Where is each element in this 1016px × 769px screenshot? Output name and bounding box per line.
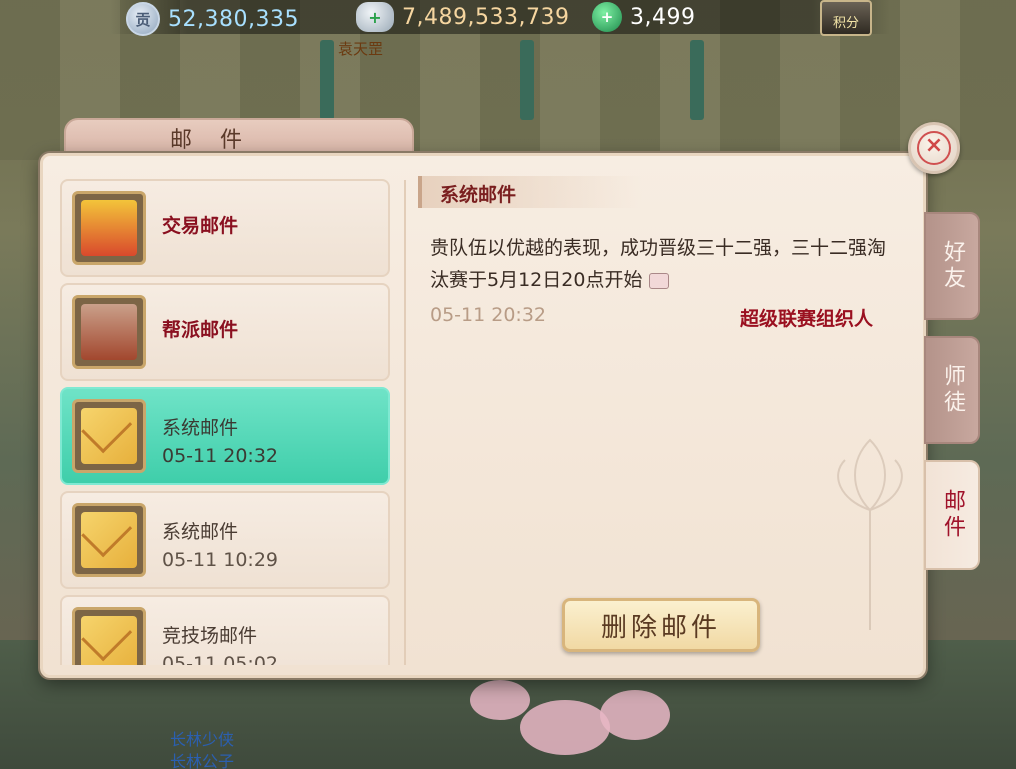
delete-mail-button[interactable]: 删除邮件 xyxy=(562,598,760,652)
gong-coin-icon: 贡 xyxy=(126,2,160,36)
mail-item-trade[interactable]: 交易邮件 xyxy=(60,179,390,277)
pane-divider xyxy=(404,180,406,665)
silver-ingot-add-icon[interactable]: + xyxy=(356,2,394,32)
mail-item-title: 交易邮件 xyxy=(162,215,239,237)
background-pillar xyxy=(520,40,534,120)
trade-shop-icon xyxy=(72,191,146,265)
player-name-label: 长林公子 xyxy=(170,752,235,769)
mail-item-title: 系统邮件 xyxy=(162,521,239,543)
blossom xyxy=(600,690,670,740)
player-name-label: 长林少侠 xyxy=(170,730,235,749)
mail-date: 05-11 20:32 xyxy=(430,304,547,326)
gong-currency: 贡 52,380,335 xyxy=(126,2,299,36)
mail-list[interactable]: 交易邮件 帮派邮件 系统邮件 05-11 20:32 系统邮件 05-11 10… xyxy=(60,175,392,665)
mail-item-date: 05-11 05:02 xyxy=(162,653,279,665)
emoji-icon xyxy=(648,272,669,289)
points-label: 积分 xyxy=(832,16,859,31)
tab-mail[interactable]: 邮件 xyxy=(924,460,980,570)
mail-item-date: 05-11 20:32 xyxy=(162,445,279,467)
mail-item-title: 系统邮件 xyxy=(162,417,239,439)
blossom xyxy=(520,700,610,755)
gong-value: 52,380,335 xyxy=(168,6,299,32)
dialog-title: 邮件 xyxy=(170,128,271,153)
mail-item-title: 帮派邮件 xyxy=(162,319,239,341)
tab-label: 好友 xyxy=(940,240,965,292)
envelope-icon xyxy=(72,399,146,473)
close-icon: × xyxy=(917,131,951,165)
player-name-label: 袁天罡 xyxy=(338,40,384,58)
points-button[interactable]: 积分 xyxy=(820,0,872,36)
jade-value: 3,499 xyxy=(630,4,696,30)
silver-currency[interactable]: + 7,489,533,739 xyxy=(356,2,569,32)
background-pillar xyxy=(690,40,704,120)
mail-item-date: 05-11 10:29 xyxy=(162,549,279,571)
mail-sender: 超级联赛组织人 xyxy=(740,308,874,330)
mail-body: 贵队伍以优越的表现，成功晋级三十二强，三十二强淘汰赛于5月12日20点开始 xyxy=(430,232,900,296)
jade-currency[interactable]: + 3,499 xyxy=(592,2,695,32)
gang-building-icon xyxy=(72,295,146,369)
mail-item-system[interactable]: 系统邮件 05-11 10:29 xyxy=(60,491,390,589)
envelope-icon xyxy=(72,503,146,577)
envelope-icon xyxy=(72,607,146,665)
silver-value: 7,489,533,739 xyxy=(402,4,570,30)
content-title: 系统邮件 xyxy=(440,184,517,206)
delete-mail-label: 删除邮件 xyxy=(600,612,721,643)
tab-label: 邮件 xyxy=(940,489,965,541)
tab-mentor[interactable]: 师徒 xyxy=(924,336,980,444)
jade-add-icon[interactable]: + xyxy=(592,2,622,32)
background-pillar xyxy=(320,40,334,120)
blossom xyxy=(470,680,530,720)
close-button[interactable]: × xyxy=(908,122,960,174)
tab-friends[interactable]: 好友 xyxy=(924,212,980,320)
mail-item-system-selected[interactable]: 系统邮件 05-11 20:32 xyxy=(60,387,390,485)
mail-item-arena[interactable]: 竞技场邮件 05-11 05:02 xyxy=(60,595,390,665)
mail-item-title: 竞技场邮件 xyxy=(162,625,258,647)
mail-item-gang[interactable]: 帮派邮件 xyxy=(60,283,390,381)
lotus-decoration-icon xyxy=(837,438,903,630)
tab-label: 师徒 xyxy=(940,364,965,416)
